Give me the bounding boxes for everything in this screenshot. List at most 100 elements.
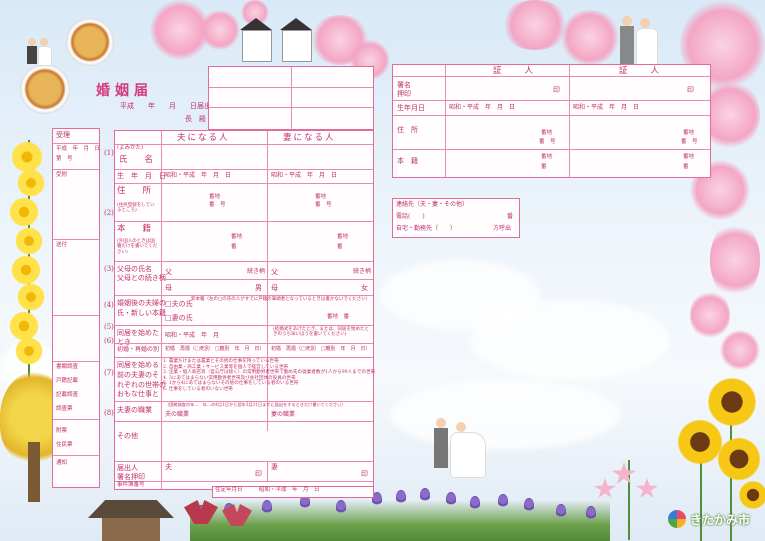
surname-label: 婚姻後の夫婦の 氏・新しい本籍 [117, 299, 166, 317]
wife-honseki-field[interactable] [269, 222, 371, 260]
receipt-field: 第 号 [56, 156, 73, 162]
household-item[interactable]: 1. 農業だけまたは農業とその他の仕事を持っている世帯 [163, 359, 371, 365]
witness2-birth[interactable]: 昭和・平成 年 月 日 [573, 105, 639, 111]
witness-form: 証 人 証 人 署名 押印 印 印 生年月日 昭和・平成 年 月 日 昭和・平成… [392, 64, 711, 178]
contact-phone[interactable]: 電話( ) [396, 214, 425, 220]
witness2-go: 番 号 [681, 139, 698, 145]
witness1-go: 番 号 [539, 139, 556, 145]
ramen-bowl-icon [66, 18, 114, 66]
wife-marriage-type[interactable]: 初婚 再婚（□死別 □離別 年 月 日） [271, 347, 370, 352]
contact-title: 連絡先（夫・妻・その他） [396, 201, 469, 208]
address-go: 番 号 [209, 202, 226, 208]
storehouse-icon [238, 18, 274, 62]
mother-label-w: 母 [271, 284, 278, 292]
contact-extension: 方呼出 [493, 225, 512, 232]
cohabit-note: (結婚式をあげたとき、または、同居を始めたときのうち早いほうを書いてください) [273, 327, 369, 338]
witness-honseki-label: 本 籍 [397, 157, 418, 165]
relation-label-w: 続き柄 [353, 268, 372, 275]
furigana-label: (よみかた) [117, 145, 144, 151]
residence-date: 住定年月日 昭和・平成 年 月 日 [212, 486, 374, 498]
address-banchi-w: 番地 [315, 194, 327, 200]
receipt-field: 平成 年 月 日 [56, 146, 101, 152]
witness-header-2: 証 人 [619, 66, 662, 76]
other-label: その他 [117, 432, 138, 440]
receipt-panel: 受理 平成 年 月 日 第 号 受附 送付 書類調査 戸籍記載 記載調査 調査票… [52, 128, 100, 488]
receipt-field: 住民票 [56, 442, 73, 448]
witness1-h-banchi: 番地 [541, 154, 553, 160]
receipt-field: 戸籍記載 [56, 378, 79, 384]
father-label: 父 [165, 268, 172, 276]
honseki-sub: (外国人のときは国籍だけを書いてください) [117, 239, 158, 255]
cohabit-label: 同居を始めた とき [117, 329, 159, 346]
addressee: 長 殿 [185, 115, 206, 123]
new-honseki-note: 新本籍（左の□の氏の人がすでに戸籍の筆頭者となっているときは書かないでください） [191, 297, 371, 302]
opt-wife-surname[interactable]: □妻の氏 [165, 315, 193, 322]
husband-seal: 印 [255, 470, 262, 478]
household-item[interactable]: 6. 仕事をしている者のいない世帯 [163, 387, 371, 393]
address-banchi: 番地 [209, 194, 221, 200]
wife-signature[interactable]: 妻 [271, 464, 278, 471]
wife-occupation[interactable]: 妻の職業 [271, 412, 295, 418]
marriage-form: 夫になる人 妻になる人 (よみかた) 氏 名 生 年 月 日 昭和・平成 年 月… [114, 130, 375, 490]
witness1-h-go: 番 [541, 164, 547, 170]
relation-label: 続き柄 [247, 268, 266, 275]
filing-date: 平成 年 月 日届出 [120, 102, 211, 110]
witness-sign-label: 署名 押印 [397, 81, 411, 99]
ramen-bowl-icon [20, 64, 70, 114]
receipt-field: 附票 [56, 428, 68, 434]
relation-male: 男 [255, 284, 262, 292]
witness2-h-go: 番 [683, 164, 689, 170]
storehouse-icon [278, 18, 314, 62]
couple-icon [24, 38, 52, 66]
husband-marriage-type[interactable]: 初婚 再婚（□死別 □離別 年 月 日） [165, 347, 264, 352]
honseki-go: 番 [231, 244, 237, 250]
birth-label: 生 年 月 日 [117, 172, 166, 180]
witness1-birth[interactable]: 昭和・平成 年 月 日 [449, 105, 515, 111]
witness2-sign-field[interactable] [571, 77, 708, 99]
address-sub: (住民登録をしているところ) [117, 203, 155, 214]
witness2-banchi: 番地 [683, 130, 695, 136]
wife-seal: 印 [361, 470, 368, 478]
parents-label: 父母の氏名 父母との続き柄 [117, 265, 166, 283]
mother-label: 母 [165, 284, 172, 292]
witness-header-1: 証 人 [493, 66, 536, 76]
husband-signature[interactable]: 夫 [165, 464, 172, 471]
logo-mark-icon [668, 510, 686, 528]
temple-roof [88, 500, 174, 541]
header-wife: 妻になる人 [283, 133, 336, 143]
honseki-label: 本 籍 [117, 224, 152, 234]
household-items: 1. 農業だけまたは農業とその他の仕事を持っている世帯 2. 自由業・商工業・サ… [163, 359, 375, 394]
address-label: 住 所 [117, 186, 152, 196]
occupation-note: （国勢調査の年… 年…の4月1日から翌年3月31日までに届出をするときだけ書いて… [165, 402, 346, 407]
household-label: 同居を始める 前の夫妻のそ れぞれの世帯の おもな仕事と [117, 361, 166, 399]
witness1-banchi: 番地 [541, 130, 553, 136]
receipt-field: 書類調査 [56, 364, 79, 370]
cohabit-date-field[interactable]: 昭和・平成 年 月 [165, 333, 219, 339]
receipt-field: 記載調査 [56, 392, 79, 398]
other-field[interactable] [163, 422, 371, 460]
witness2-h-banchi: 番地 [683, 154, 695, 160]
new-honseki-banchi: 番地 番 [327, 314, 350, 320]
receipt-field: 調査票 [56, 406, 73, 412]
occupation-label: 夫妻の職業 [117, 406, 152, 414]
wife-name-field[interactable] [269, 145, 371, 169]
husband-name-field[interactable] [163, 145, 265, 169]
receipt-header: 受理 [56, 131, 70, 139]
contact-phone-suffix: 番 [507, 213, 514, 220]
contact-form: 連絡先（夫・妻・その他） 電話( ) 番 自宅・勤務先（ ） 方呼出 [392, 198, 520, 238]
couple-icon [432, 418, 486, 478]
page-title: 婚姻届 [96, 83, 153, 99]
witness1-sign-field[interactable] [447, 77, 567, 99]
contact-home[interactable]: 自宅・勤務先（ ） [396, 226, 456, 232]
honseki-banchi: 番地 [231, 234, 243, 240]
opt-husband-surname[interactable]: □夫の氏 [165, 301, 193, 308]
header-husband: 夫になる人 [177, 133, 230, 143]
husband-honseki-field[interactable] [163, 222, 265, 260]
witness-birth-label: 生年月日 [397, 104, 425, 112]
husband-occupation[interactable]: 夫の職業 [165, 412, 189, 418]
residence-date-value[interactable]: 昭和・平成 年 月 日 [259, 487, 320, 494]
case-number-label: 事件簿番号 [117, 482, 145, 488]
husband-birth-field[interactable]: 昭和・平成 年 月 日 [165, 173, 231, 179]
wife-birth-field[interactable]: 昭和・平成 年 月 日 [271, 173, 337, 179]
honseki-go-w: 番 [337, 244, 343, 250]
